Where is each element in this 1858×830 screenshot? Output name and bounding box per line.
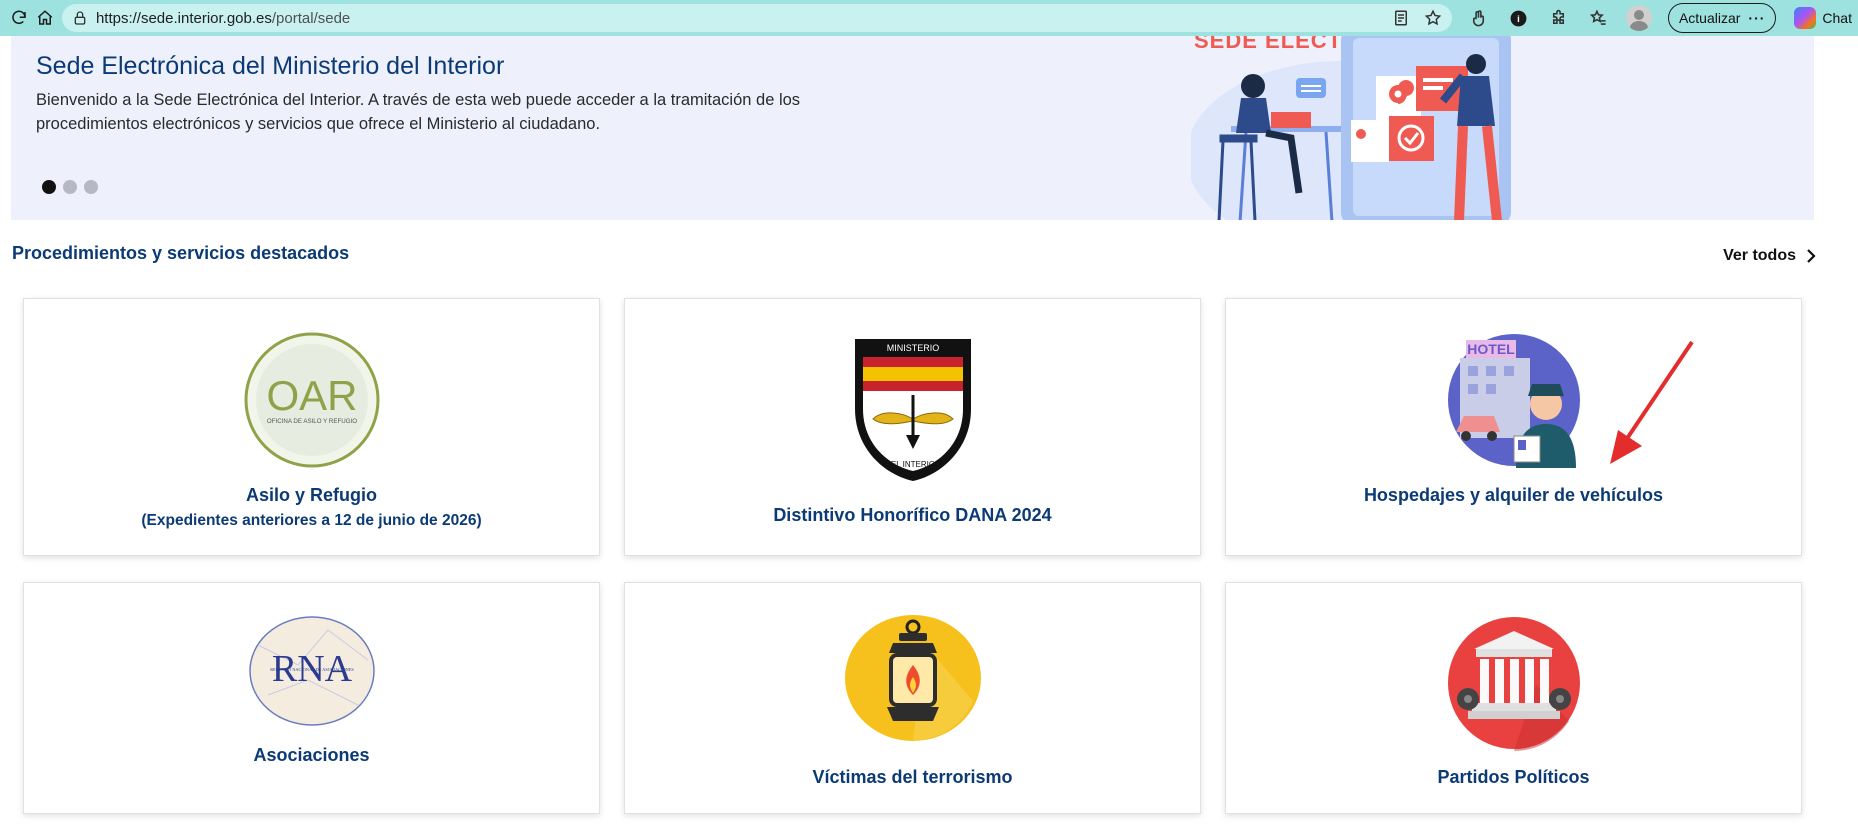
- extensions-puzzle-icon[interactable]: [1542, 1, 1576, 35]
- svg-text:REGISTRO NACIONAL DE ASOCIACIO: REGISTRO NACIONAL DE ASOCIACIONES: [270, 667, 354, 672]
- home-icon[interactable]: [32, 0, 58, 36]
- profile-avatar[interactable]: [1622, 1, 1656, 35]
- banner-text: Bienvenido a la Sede Electrónica del Int…: [36, 91, 801, 133]
- svg-text:OFICINA DE ASILO Y REFUGIO: OFICINA DE ASILO Y REFUGIO: [266, 418, 356, 425]
- card-partidos-politicos[interactable]: Partidos Políticos: [1225, 582, 1802, 814]
- card-title: Víctimas del terrorismo: [812, 767, 1013, 787]
- lock-icon: [74, 11, 86, 25]
- refresh-icon[interactable]: [6, 0, 32, 36]
- red-arrow-annotation: [1610, 340, 1694, 464]
- chevron-right-icon: [1807, 249, 1816, 263]
- card-title: Asociaciones: [253, 745, 370, 765]
- hero-banner: Sede Electrónica del Ministerio del Inte…: [11, 36, 1814, 220]
- card-hospedajes[interactable]: HOTEL Hospedajes y alquiler de vehículos: [1225, 298, 1802, 556]
- hotel-logo: HOTEL: [1447, 334, 1580, 468]
- copilot-icon: [1794, 7, 1817, 29]
- copilot-chat-button[interactable]: Chat: [1794, 7, 1852, 29]
- extension-badge-icon[interactable]: i: [1502, 1, 1536, 35]
- extension-hand-icon[interactable]: [1462, 1, 1496, 35]
- reader-mode-icon[interactable]: [1392, 9, 1410, 27]
- carousel-dot-3[interactable]: [84, 180, 98, 194]
- svg-text:MINISTERIO: MINISTERIO: [886, 343, 939, 353]
- card-title: Asilo y Refugio: [245, 485, 377, 505]
- lantern-logo: [844, 615, 981, 741]
- card-asilo-refugio[interactable]: OAR OFICINA DE ASILO Y REFUGIO Asilo y R…: [23, 298, 600, 556]
- section-title: Procedimientos y servicios destacados: [12, 243, 350, 263]
- svg-text:OAR: OAR: [266, 372, 357, 419]
- url-text: https://sede.interior.gob.es/portal/sede: [95, 9, 351, 27]
- card-title: Distintivo Honorífico DANA 2024: [773, 505, 1052, 525]
- parliament-logo: [1447, 617, 1580, 751]
- card-subtitle: (Expedientes anteriores a 12 de junio de…: [141, 512, 482, 529]
- oar-logo: OAR OFICINA DE ASILO Y REFUGIO: [244, 332, 379, 468]
- see-all-link[interactable]: Ver todos: [1723, 247, 1818, 265]
- favorite-star-icon[interactable]: [1424, 9, 1442, 27]
- address-bar[interactable]: https://sede.interior.gob.es/portal/sede: [61, 4, 1452, 32]
- favorites-icon[interactable]: [1582, 1, 1616, 35]
- update-button[interactable]: Actualizar ···: [1667, 3, 1777, 33]
- svg-text:HOTEL: HOTEL: [1467, 341, 1515, 357]
- ministerio-shield-logo: MINISTERIO DEL INTERIOR: [854, 339, 971, 481]
- card-title: Partidos Políticos: [1437, 767, 1590, 787]
- carousel-dot-1[interactable]: [42, 180, 56, 194]
- carousel-dots: [42, 180, 98, 194]
- more-icon: ···: [1748, 10, 1766, 26]
- svg-text:DEL INTERIOR: DEL INTERIOR: [885, 460, 941, 469]
- card-asociaciones[interactable]: RNA REGISTRO NACIONAL DE ASOCIACIONES As…: [23, 582, 600, 814]
- card-title: Hospedajes y alquiler de vehículos: [1363, 485, 1664, 505]
- banner-title: Sede Electrónica del Ministerio del Inte…: [36, 52, 505, 80]
- card-victimas-terrorismo[interactable]: Víctimas del terrorismo: [624, 582, 1201, 814]
- carousel-dot-2[interactable]: [63, 180, 77, 194]
- hero-illustration: [1191, 36, 1511, 220]
- browser-toolbar: https://sede.interior.gob.es/portal/sede…: [0, 0, 1858, 36]
- svg-text:i: i: [1518, 14, 1521, 25]
- rna-logo: RNA REGISTRO NACIONAL DE ASOCIACIONES: [248, 616, 375, 726]
- card-distintivo-dana[interactable]: MINISTERIO DEL INTERIOR Distintivo Honor…: [624, 298, 1201, 556]
